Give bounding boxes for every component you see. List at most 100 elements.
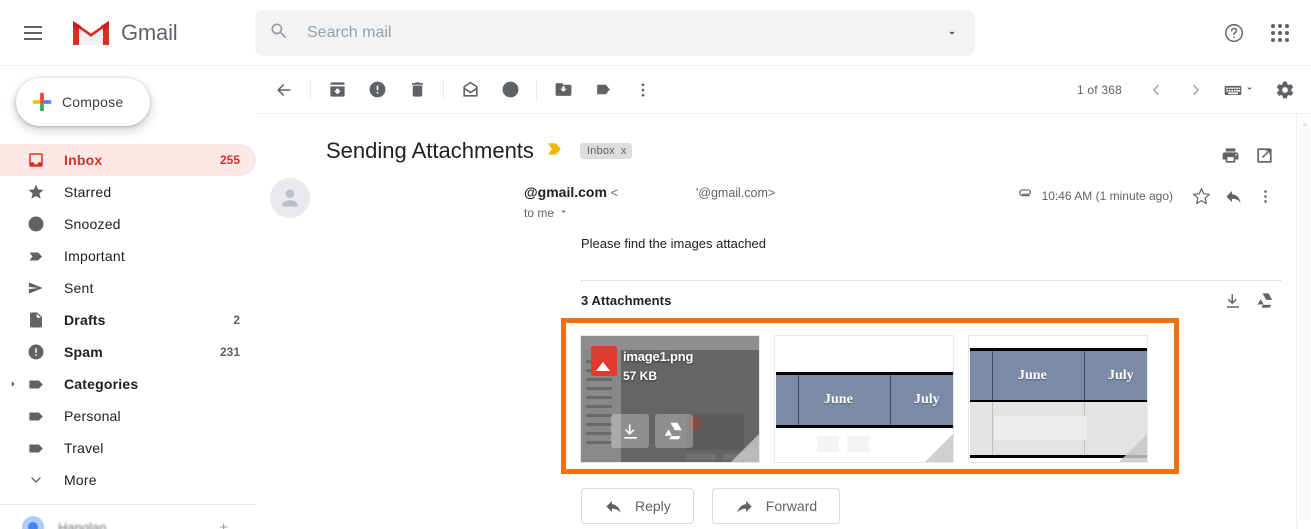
- hangouts-contact-row[interactable]: Hanglan +: [0, 509, 256, 529]
- message-body: Please find the images attached: [581, 236, 767, 251]
- recipient-row[interactable]: to me: [524, 206, 775, 220]
- sidebar-item-label: Spam: [64, 344, 103, 360]
- attachment-filename: image1.png: [623, 349, 694, 364]
- sender-address: '@gmail.com>: [695, 186, 776, 200]
- attachment-filesize: 57 KB: [623, 369, 658, 383]
- report-spam-icon[interactable]: [357, 70, 397, 110]
- header-actions: [1211, 10, 1303, 56]
- more-vertical-icon[interactable]: [623, 70, 663, 110]
- folder-icon[interactable]: [543, 70, 583, 110]
- reply-arrow-icon[interactable]: [1217, 180, 1249, 212]
- inbox-icon: [26, 150, 46, 170]
- scroll-up-icon[interactable]: [1300, 116, 1309, 126]
- message-toolbar: 1 of 368: [256, 66, 1311, 114]
- avatar: [270, 178, 310, 218]
- sidebar-item-snoozed[interactable]: Snoozed: [0, 208, 256, 240]
- sidebar-item-categories[interactable]: Categories: [0, 368, 256, 400]
- sidebar-divider: [0, 504, 256, 505]
- snooze-clock-icon[interactable]: [490, 70, 530, 110]
- download-icon[interactable]: [611, 414, 649, 448]
- attachment-thumbnail[interactable]: June July: [968, 335, 1148, 463]
- chevron-down-icon[interactable]: [558, 206, 569, 220]
- sidebar-item-drafts[interactable]: Drafts 2: [0, 304, 256, 336]
- sidebar-item-personal[interactable]: Personal: [0, 400, 256, 432]
- close-icon[interactable]: x: [621, 145, 627, 157]
- star-outline-icon[interactable]: [1185, 180, 1217, 212]
- vertical-scrollbar[interactable]: [1296, 114, 1311, 529]
- page-fold-corner: [925, 434, 953, 462]
- important-icon: [26, 246, 46, 266]
- spam-icon: [26, 342, 46, 362]
- chevron-right-icon[interactable]: [6, 377, 20, 391]
- image-file-icon: [591, 346, 617, 376]
- sidebar-item-inbox[interactable]: Inbox 255: [0, 144, 256, 176]
- gear-icon[interactable]: [1265, 70, 1305, 110]
- search-icon: [269, 21, 289, 46]
- sidebar-item-label: Inbox: [64, 152, 103, 168]
- page-counter: 1 of 368: [1077, 82, 1122, 97]
- back-arrow-icon[interactable]: [264, 70, 304, 110]
- clock-icon: [26, 214, 46, 234]
- label-icon: [26, 406, 46, 426]
- sidebar-item-count: 255: [219, 153, 240, 167]
- download-all-icon[interactable]: [1217, 285, 1249, 317]
- sidebar-item-label: Snoozed: [64, 216, 121, 232]
- label-icon: [26, 374, 46, 394]
- sidebar-nav: Inbox 255 Starred Snoozed Important Sent…: [0, 144, 256, 496]
- sender-line: @gmail.com < '@gmail.com>: [524, 184, 775, 200]
- redacted-region: [622, 184, 692, 200]
- sidebar-item-important[interactable]: Important: [0, 240, 256, 272]
- toolbar-divider: [310, 79, 311, 100]
- google-drive-icon[interactable]: [655, 414, 693, 448]
- star-icon: [26, 182, 46, 202]
- message-scroll-area: Sending Attachments Inbox x @gmail.com <…: [256, 114, 1311, 529]
- archive-icon[interactable]: [317, 70, 357, 110]
- important-marker-icon[interactable]: [546, 141, 566, 162]
- sidebar-item-spam[interactable]: Spam 231: [0, 336, 256, 368]
- chevron-left-icon[interactable]: [1136, 70, 1176, 110]
- sidebar-item-more[interactable]: More: [0, 464, 256, 496]
- hamburger-icon[interactable]: [9, 9, 57, 57]
- compose-button[interactable]: Compose: [16, 78, 150, 126]
- apps-grid-icon[interactable]: [1257, 10, 1303, 56]
- gmail-brand: Gmail: [71, 18, 178, 48]
- message-pane: 1 of 368 Sending Attachments Inbox x @gm…: [256, 66, 1311, 529]
- forward-button[interactable]: Forward: [711, 488, 841, 524]
- reply-arrow-icon: [604, 497, 623, 516]
- reply-label: Reply: [635, 498, 671, 514]
- gmail-app: Gmail Search mail Compose Inbox 255 Star…: [0, 0, 1311, 529]
- mark-unread-icon[interactable]: [450, 70, 490, 110]
- google-drive-icon[interactable]: [1249, 285, 1281, 317]
- table-header-cell: June: [824, 392, 853, 407]
- attachment-thumbnail[interactable]: June July: [774, 335, 954, 463]
- scrollbar-thumb[interactable]: [1299, 128, 1310, 520]
- trash-icon[interactable]: [397, 70, 437, 110]
- more-vertical-icon[interactable]: [1249, 180, 1281, 212]
- add-contact-icon[interactable]: +: [219, 519, 228, 529]
- sidebar-item-label: More: [64, 472, 97, 488]
- attachment-thumbnail[interactable]: image1.png 57 KB: [580, 335, 760, 463]
- search-bar[interactable]: [255, 10, 975, 56]
- search-input[interactable]: [305, 23, 929, 43]
- sidebar-item-sent[interactable]: Sent: [0, 272, 256, 304]
- sidebar-item-count: 2: [233, 313, 240, 327]
- attachments-title: 3 Attachments: [581, 293, 672, 308]
- help-icon[interactable]: [1211, 10, 1257, 56]
- label-chip-inbox[interactable]: Inbox x: [579, 143, 632, 159]
- attachments-actions: [1217, 285, 1281, 317]
- sidebar-item-travel[interactable]: Travel: [0, 432, 256, 464]
- attachments-header: 3 Attachments: [256, 293, 1311, 308]
- search-options-icon[interactable]: [929, 10, 975, 56]
- reply-button[interactable]: Reply: [581, 488, 694, 524]
- chevron-right-icon[interactable]: [1176, 70, 1216, 110]
- message-actions-footer: Reply Forward: [256, 474, 1311, 524]
- sidebar-item-starred[interactable]: Starred: [0, 176, 256, 208]
- page-fold-corner: [1119, 434, 1147, 462]
- toolbar-divider: [536, 79, 537, 100]
- sidebar-item-label: Sent: [64, 280, 94, 296]
- labels-icon[interactable]: [583, 70, 623, 110]
- message-meta-actions: 10:46 AM (1 minute ago): [1017, 180, 1281, 212]
- keyboard-caret-icon[interactable]: [1244, 81, 1255, 99]
- page-title: Sending Attachments: [326, 138, 534, 163]
- sender-row: @gmail.com < '@gmail.com> to me 10:46 AM…: [256, 164, 1311, 220]
